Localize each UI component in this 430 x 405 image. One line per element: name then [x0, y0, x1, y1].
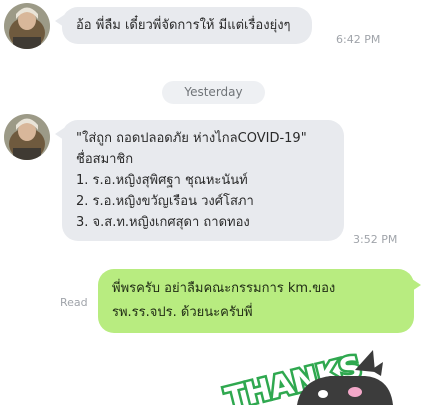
reply-line: รพ.รร.จปร. ด้วยนะครับพี่ [112, 305, 253, 320]
outgoing-message-bubble[interactable]: พี่พรครับ อย่าลืมคณะกรรมการ km.ของ รพ.รร… [98, 269, 421, 333]
read-receipt: Read [60, 296, 88, 309]
incoming-announcement-bubble[interactable]: "ใส่ถูก ถอดปลอดภัย ห่างไกลCOVID-19" ชื่อ… [55, 120, 344, 241]
announcement-line: 1. ร.อ.หญิงสุพิศฐา ชุณหะนันท์ [76, 173, 248, 188]
avatar-image [4, 114, 50, 160]
announcement-line: 2. ร.อ.หญิงขวัญเรือน วงศ์โสภา [76, 194, 254, 209]
thanks-sticker[interactable]: THANKS [205, 340, 430, 405]
sender-avatar[interactable] [4, 3, 50, 49]
reply-line: พี่พรครับ อย่าลืมคณะกรรมการ km.ของ [112, 281, 336, 296]
avatar-image [4, 3, 50, 49]
announcement-line: "ใส่ถูก ถอดปลอดภัย ห่างไกลCOVID-19" [76, 131, 307, 146]
date-separator: Yesterday [162, 81, 265, 104]
message-text: อ้อ พี่ลืม เดี๋ยวพี่จัดการให้ มีแต่เรื่อ… [76, 18, 291, 33]
announcement-line: ชื่อสมาชิก [76, 152, 134, 167]
sticker-art: THANKS [220, 347, 393, 405]
announcement-line: 3. จ.ส.ท.หญิงเกศสุดา ถาดทอง [76, 215, 250, 230]
message-timestamp: 6:42 PM [336, 33, 381, 46]
sender-avatar[interactable] [4, 114, 50, 160]
message-timestamp: 3:52 PM [353, 233, 398, 246]
incoming-message-bubble[interactable]: อ้อ พี่ลืม เดี๋ยวพี่จัดการให้ มีแต่เรื่อ… [55, 7, 312, 44]
